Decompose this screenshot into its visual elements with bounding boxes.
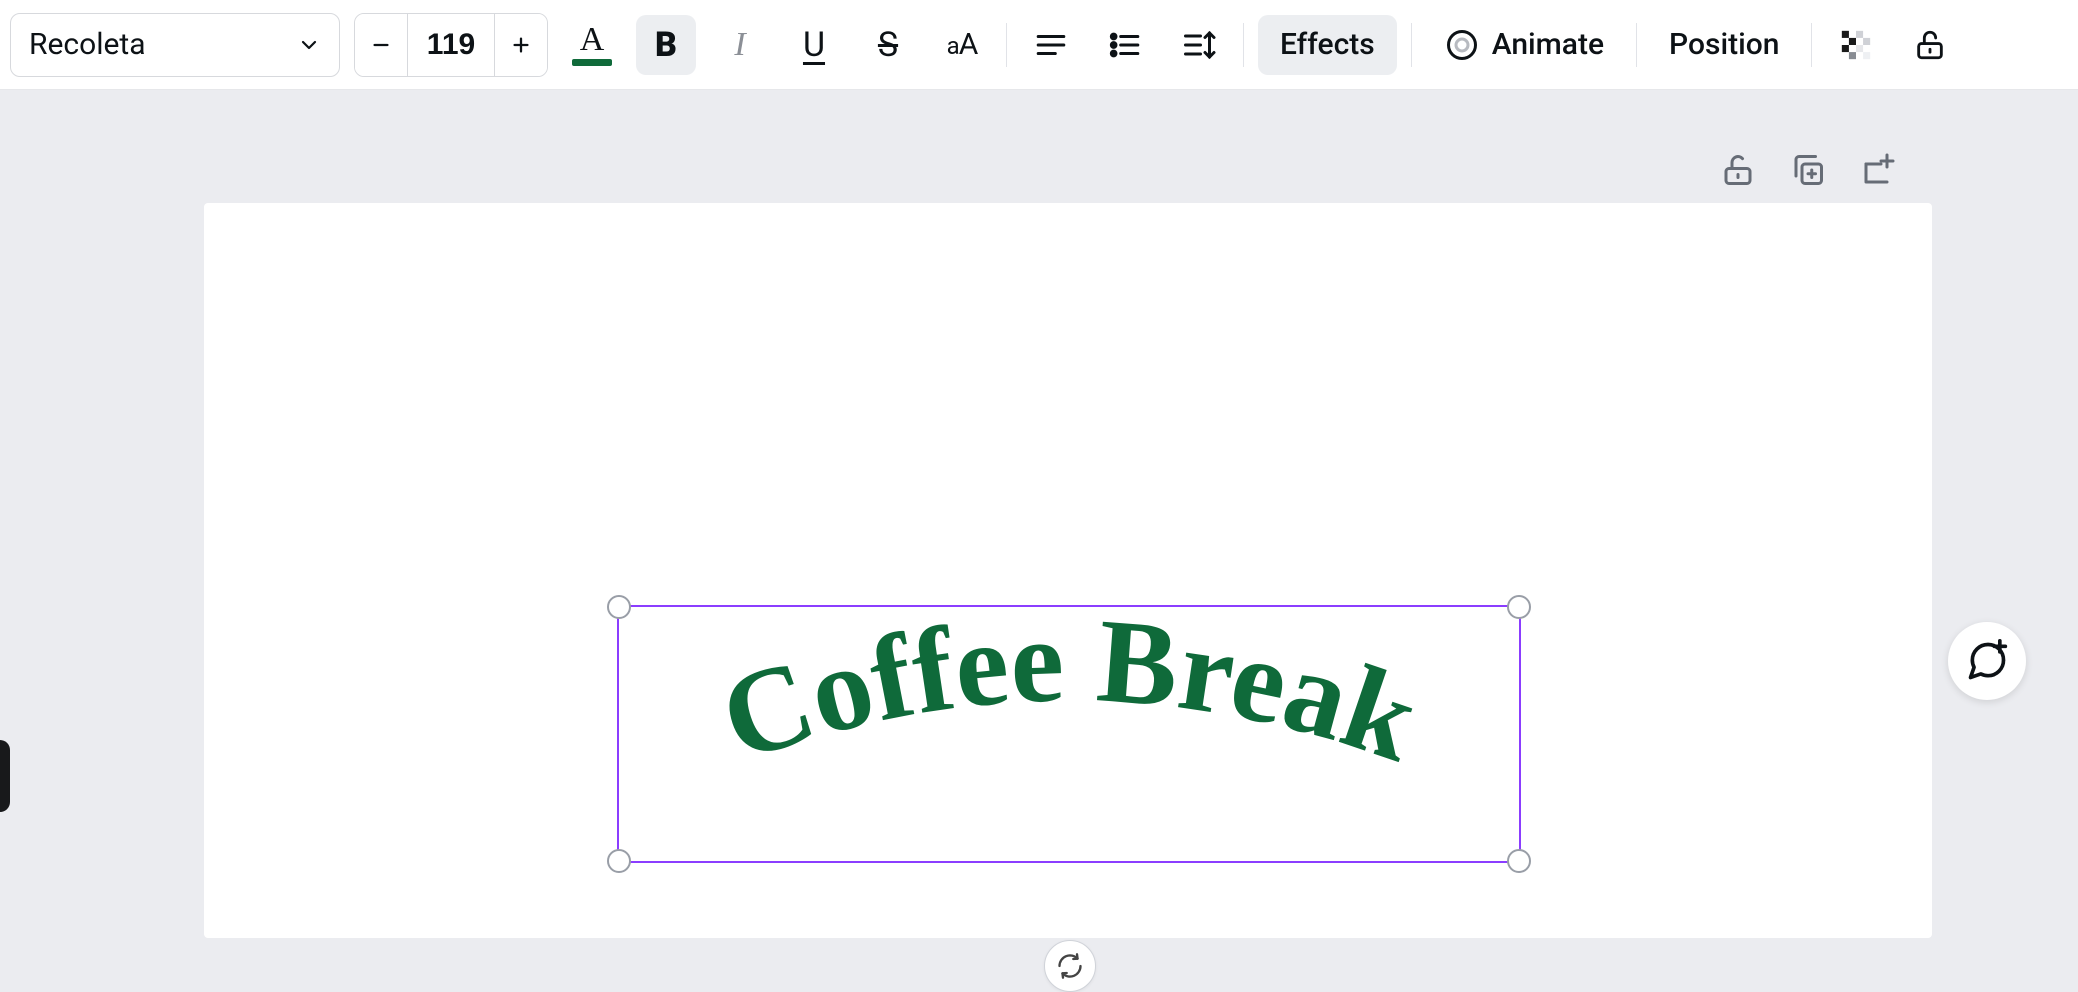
bullet-list-icon (1108, 28, 1142, 62)
position-button[interactable]: Position (1651, 15, 1797, 75)
curved-text-element[interactable]: Coffee Break (619, 607, 1519, 861)
lock-button[interactable] (1900, 15, 1960, 75)
duplicate-icon (1790, 152, 1826, 188)
strikethrough-button[interactable]: S (858, 15, 918, 75)
lock-icon (1913, 28, 1947, 62)
add-page-button[interactable] (1856, 148, 1900, 192)
text-color-swatch (572, 59, 612, 66)
resize-handle-bottom-left[interactable] (607, 849, 631, 873)
add-comment-button[interactable] (1948, 622, 2026, 700)
letter-case-button[interactable]: aA (932, 15, 992, 75)
canvas-text-content[interactable]: Coffee Break (705, 593, 1433, 787)
position-label: Position (1669, 27, 1779, 62)
line-spacing-icon (1181, 27, 1217, 63)
effects-label: Effects (1280, 27, 1375, 62)
animate-icon (1444, 27, 1480, 63)
resize-handle-top-left[interactable] (607, 595, 631, 619)
text-format-toolbar: Recoleta A B I U S aA (0, 0, 2078, 90)
toolbar-divider (1636, 23, 1637, 67)
duplicate-page-button[interactable] (1786, 148, 1830, 192)
page-lock-button[interactable] (1716, 148, 1760, 192)
transparency-icon (1839, 28, 1873, 62)
chevron-down-icon (297, 33, 321, 57)
resize-handle-bottom-right[interactable] (1507, 849, 1531, 873)
text-color-button[interactable]: A (562, 15, 622, 75)
toolbar-divider (1243, 23, 1244, 67)
font-size-stepper (354, 13, 548, 77)
font-name-label: Recoleta (29, 27, 146, 62)
letter-case-icon: aA (947, 27, 978, 62)
bullet-list-button[interactable] (1095, 15, 1155, 75)
canvas-area[interactable]: Coffee Break (0, 90, 2078, 938)
bold-icon: B (655, 25, 677, 65)
underline-icon: U (803, 25, 825, 65)
svg-text:Coffee Break: Coffee Break (705, 593, 1433, 787)
line-spacing-button[interactable] (1169, 15, 1229, 75)
font-size-input[interactable] (407, 14, 495, 76)
add-page-icon (1860, 152, 1896, 188)
toolbar-divider (1411, 23, 1412, 67)
increase-font-size-button[interactable] (495, 14, 547, 76)
underline-button[interactable]: U (784, 15, 844, 75)
resize-handle-top-right[interactable] (1507, 595, 1531, 619)
decrease-font-size-button[interactable] (355, 14, 407, 76)
text-align-button[interactable] (1021, 15, 1081, 75)
align-left-icon (1034, 28, 1068, 62)
comment-plus-icon (1965, 639, 2009, 683)
unlock-icon (1720, 152, 1756, 188)
animate-button[interactable]: Animate (1426, 15, 1622, 75)
rotate-icon (1056, 952, 1084, 980)
page-tools (1716, 148, 1900, 192)
effects-button[interactable]: Effects (1258, 15, 1397, 75)
font-family-dropdown[interactable]: Recoleta (10, 13, 340, 77)
text-color-letter: A (580, 23, 605, 57)
strikethrough-icon: S (878, 25, 898, 65)
transparency-button[interactable] (1826, 15, 1886, 75)
animate-label: Animate (1492, 27, 1604, 62)
bold-button[interactable]: B (636, 15, 696, 75)
text-selection-box[interactable]: Coffee Break (617, 605, 1521, 863)
expand-side-panel-handle[interactable] (0, 740, 10, 812)
toolbar-divider (1811, 23, 1812, 67)
italic-icon: I (734, 26, 745, 64)
italic-button[interactable]: I (710, 15, 770, 75)
toolbar-divider (1006, 23, 1007, 67)
rotate-handle[interactable] (1044, 940, 1096, 992)
